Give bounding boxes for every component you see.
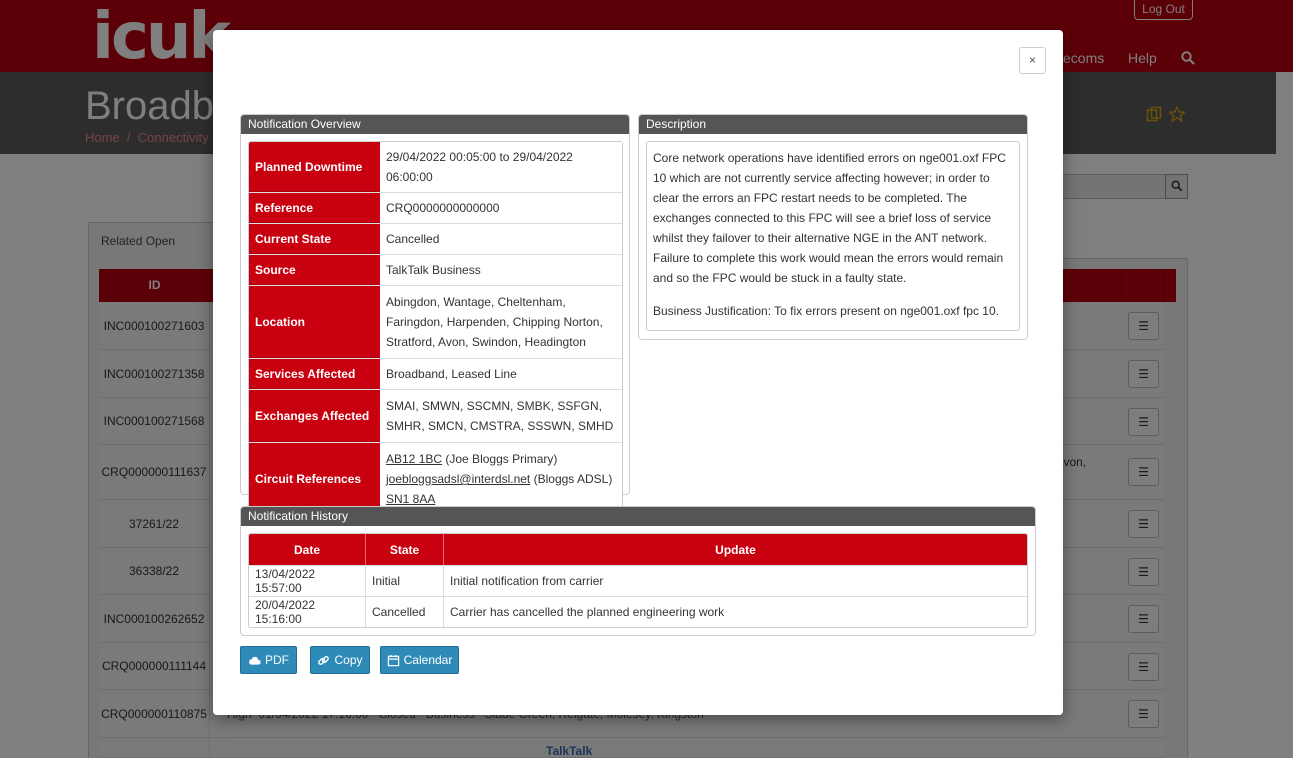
overview-value: Abingdon, Wantage, Cheltenham, Faringdon… bbox=[380, 286, 622, 358]
notification-overview-panel: Notification Overview Planned Downtime 2… bbox=[240, 114, 630, 516]
pdf-button-label: PDF bbox=[265, 653, 289, 667]
table-row: 20/04/2022 15:16:00 Cancelled Carrier ha… bbox=[249, 596, 1027, 627]
overview-key: Planned Downtime bbox=[249, 142, 380, 192]
overview-value: 29/04/2022 00:05:00 to 29/04/2022 06:00:… bbox=[380, 142, 622, 192]
overview-row-services-affected: Services Affected Broadband, Leased Line bbox=[249, 359, 622, 390]
description-panel: Description Core network operations have… bbox=[638, 114, 1028, 340]
overview-row-circuit-references: Circuit References AB12 1BC (Joe Bloggs … bbox=[249, 443, 622, 515]
history-state: Cancelled bbox=[366, 597, 444, 627]
calendar-icon bbox=[387, 654, 399, 666]
overview-row-source: Source TalkTalk Business bbox=[249, 255, 622, 286]
overview-row-planned-downtime: Planned Downtime 29/04/2022 00:05:00 to … bbox=[249, 142, 622, 193]
history-table: Date State Update 13/04/2022 15:57:00 In… bbox=[248, 533, 1028, 628]
overview-value: TalkTalk Business bbox=[380, 255, 622, 285]
cloud-icon bbox=[249, 656, 261, 665]
overview-table: Planned Downtime 29/04/2022 00:05:00 to … bbox=[248, 141, 623, 516]
overview-row-reference: Reference CRQ0000000000000 bbox=[249, 193, 622, 224]
history-date: 13/04/2022 15:57:00 bbox=[249, 566, 366, 596]
overview-row-exchanges-affected: Exchanges Affected SMAI, SMWN, SSCMN, SM… bbox=[249, 390, 622, 443]
overview-key: Circuit References bbox=[249, 443, 380, 515]
overview-value: SMAI, SMWN, SSCMN, SMBK, SSFGN, SMHR, SM… bbox=[380, 390, 622, 442]
copy-button-label: Copy bbox=[334, 653, 363, 667]
copy-button[interactable]: Copy bbox=[310, 646, 370, 674]
circuit-link[interactable]: SN1 8AA bbox=[386, 492, 435, 506]
circuit-note: (Joe Bloggs Primary) bbox=[442, 452, 558, 466]
overview-value: Broadband, Leased Line bbox=[380, 359, 622, 389]
notification-history-panel: Notification History Date State Update 1… bbox=[240, 506, 1036, 636]
history-state: Initial bbox=[366, 566, 444, 596]
calendar-button[interactable]: Calendar bbox=[380, 646, 459, 674]
overview-value: CRQ0000000000000 bbox=[380, 193, 622, 223]
close-button[interactable]: × bbox=[1019, 47, 1046, 74]
description-body: Core network operations have identified … bbox=[646, 141, 1020, 331]
column-date: Date bbox=[249, 534, 366, 565]
notification-history-title: Notification History bbox=[241, 507, 1035, 526]
circuit-link[interactable]: joebloggsadsl@interdsl.net bbox=[386, 472, 530, 486]
calendar-button-label: Calendar bbox=[403, 653, 453, 667]
description-text: Core network operations have identified … bbox=[653, 151, 1006, 285]
circuit-note: (Bloggs ADSL) bbox=[530, 472, 613, 486]
notification-overview-title: Notification Overview bbox=[241, 115, 629, 134]
overview-row-current-state: Current State Cancelled bbox=[249, 224, 622, 255]
description-title: Description bbox=[639, 115, 1027, 134]
overview-key: Current State bbox=[249, 224, 380, 254]
overview-key: Source bbox=[249, 255, 380, 285]
pdf-button[interactable]: PDF bbox=[240, 646, 297, 674]
history-update: Initial notification from carrier bbox=[450, 574, 604, 588]
overview-key: Reference bbox=[249, 193, 380, 223]
overview-key: Exchanges Affected bbox=[249, 390, 380, 442]
overview-row-location: Location Abingdon, Wantage, Cheltenham, … bbox=[249, 286, 622, 359]
table-row: 13/04/2022 15:57:00 Initial Initial noti… bbox=[249, 565, 1027, 596]
business-justification: Business Justification: To fix errors pr… bbox=[653, 304, 999, 318]
overview-key: Services Affected bbox=[249, 359, 380, 389]
overview-value: AB12 1BC (Joe Bloggs Primary) joebloggsa… bbox=[380, 443, 622, 515]
history-table-header: Date State Update bbox=[249, 534, 1027, 565]
circuit-link[interactable]: AB12 1BC bbox=[386, 452, 442, 466]
overview-key: Location bbox=[249, 286, 380, 358]
notification-modal: × Notification Overview Planned Downtime… bbox=[213, 30, 1063, 715]
column-update: Update bbox=[715, 542, 756, 557]
column-state: State bbox=[366, 534, 444, 565]
link-icon bbox=[318, 655, 330, 665]
history-update: Carrier has cancelled the planned engine… bbox=[450, 605, 725, 619]
history-date: 20/04/2022 15:16:00 bbox=[249, 597, 366, 627]
overview-value: Cancelled bbox=[380, 224, 622, 254]
